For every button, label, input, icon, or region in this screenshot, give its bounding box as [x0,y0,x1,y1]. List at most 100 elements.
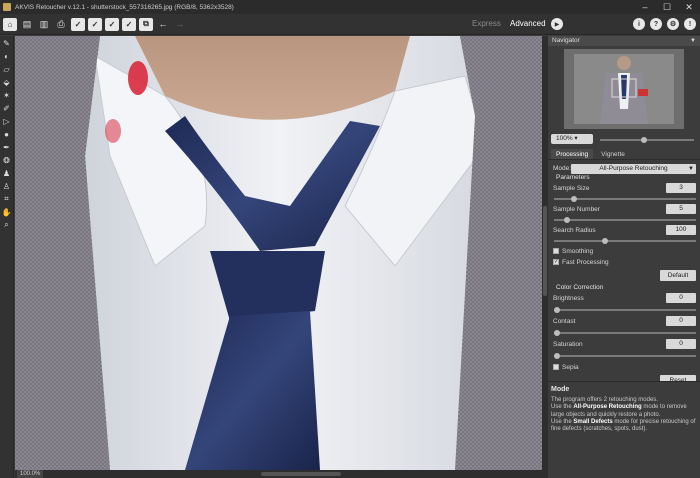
mode-advanced-tab[interactable]: Advanced [510,19,546,28]
save-preset-icon[interactable]: ✓ [71,17,85,31]
sample-number-input[interactable]: 5 [666,204,696,214]
saturation-input[interactable]: 0 [666,339,696,349]
minimize-button[interactable]: – [634,0,656,14]
collapse-icon[interactable]: ▼ [690,36,696,46]
sample-number-slider[interactable] [548,215,700,225]
save-file-icon[interactable]: ▥ [37,18,51,31]
print-icon[interactable]: ⎙ [54,18,68,31]
maximize-button[interactable]: ☐ [656,0,678,14]
contrast-slider[interactable] [548,327,700,339]
chevron-down-icon: ▼ [688,166,694,172]
eraser-icon[interactable]: ▱ [1,63,13,75]
saturation-slider[interactable] [548,350,700,362]
help-line-3: Use the Small Defects mode for precise r… [551,419,697,434]
search-radius-label: Search Radius [553,227,596,234]
notification-icon[interactable]: ! [684,18,696,30]
mode-row: Mode: All-Purpose Retouching ▼ [548,163,700,174]
shape-icon[interactable]: ● [1,128,13,140]
default-button[interactable]: Default [660,270,696,281]
search-radius-slider[interactable] [548,236,700,246]
close-button[interactable]: ✕ [678,0,700,14]
fast-processing-checkbox[interactable]: ✓ [553,259,559,265]
load-preset-icon[interactable]: ✓ [88,17,102,31]
sample-number-row: Sample Number 5 [548,204,700,215]
sample-size-input[interactable]: 3 [666,183,696,193]
tool-column: ✎ ◐ ▱ ⬙ ✶ ✐ ▷ ● ✒ ❂ ♟ ♙ ⌗ ✋ ⌕ [0,36,14,478]
stamp-alt-icon[interactable]: ♙ [1,180,13,192]
zoom-icon[interactable]: ⌕ [1,219,13,231]
mode-value: All-Purpose Retouching [599,165,668,172]
settings-tabs: Processing Vignette [548,149,700,160]
redo-icon[interactable]: → [173,18,187,31]
parameters-header: Parameters [548,174,700,183]
help-title: Mode [551,386,570,393]
home-icon[interactable]: ⌂ [3,17,17,31]
clone-icon[interactable]: ❂ [1,154,13,166]
help-icon[interactable]: ? [650,18,662,30]
mode-express-tab[interactable]: Express [472,19,501,28]
brightness-track[interactable] [554,309,696,311]
pen-icon[interactable]: ✒ [1,141,13,153]
quick-selection-icon[interactable]: ◐ [1,50,13,62]
help-text: The program offers 2 retouching modes. U… [548,397,700,433]
sample-size-knob[interactable] [571,196,577,202]
run-icon[interactable]: ▶ [551,18,563,30]
vertical-scroll-thumb[interactable] [543,206,547,296]
tab-processing[interactable]: Processing [551,149,594,159]
image-canvas[interactable] [15,36,542,470]
sample-number-label: Sample Number [553,206,600,213]
settings-preset-icon[interactable]: ✓ [122,17,136,31]
retouch-brush-icon[interactable]: ✎ [1,37,13,49]
sepia-checkbox[interactable] [553,364,559,370]
smoothing-checkbox[interactable] [553,248,559,254]
bucket-icon[interactable]: ⬙ [1,76,13,88]
title-bar: AKVIS Retoucher v.12.1 - shutterstock_55… [0,0,700,14]
sample-size-label: Sample Size [553,185,590,192]
gear-icon[interactable]: ⚙ [667,18,679,30]
undo-icon[interactable]: ← [156,18,170,31]
sample-size-slider[interactable] [548,194,700,204]
search-radius-input[interactable]: 100 [666,225,696,235]
navigator-preview[interactable] [564,49,684,129]
sample-number-track[interactable] [554,219,696,221]
brightness-input[interactable]: 0 [666,293,696,303]
right-toolbar: i ? ⚙ ! [628,18,696,30]
info-icon[interactable]: i [633,18,645,30]
contrast-input[interactable]: 0 [666,316,696,326]
remove-preset-icon[interactable]: ✓ [105,17,119,31]
batch-icon[interactable]: ⧉ [139,17,153,31]
app-logo-icon [3,3,11,11]
mode-select[interactable]: All-Purpose Retouching ▼ [571,164,696,174]
brightness-knob[interactable] [554,307,560,313]
hand-icon[interactable]: ✋ [1,206,13,218]
tab-vignette[interactable]: Vignette [596,149,630,159]
horizontal-scroll-thumb[interactable] [261,472,341,476]
status-bar: 100.0% [15,470,548,478]
zoom-slider-knob[interactable] [641,137,647,143]
sepia-row: Sepia [548,362,700,373]
help-line-1: The program offers 2 retouching modes. [551,397,658,403]
window-title: AKVIS Retoucher v.12.1 - shutterstock_55… [15,3,234,11]
brightness-label: Brightness [553,295,584,302]
select-brush-icon[interactable]: ✐ [1,102,13,114]
zoom-slider-track[interactable] [600,139,694,141]
magic-wand-icon[interactable]: ✶ [1,89,13,101]
crop-icon[interactable]: ⌗ [1,193,13,205]
search-radius-track[interactable] [554,240,696,242]
contrast-track[interactable] [554,332,696,334]
sample-number-knob[interactable] [564,217,570,223]
brightness-slider[interactable] [548,304,700,316]
open-file-icon[interactable]: ▤ [20,18,34,31]
saturation-knob[interactable] [554,353,560,359]
stamp-icon[interactable]: ♟ [1,167,13,179]
zoom-select[interactable]: 100% ▾ [551,134,593,144]
saturation-track[interactable] [554,355,696,357]
search-radius-knob[interactable] [602,238,608,244]
lasso-icon[interactable]: ▷ [1,115,13,127]
contrast-knob[interactable] [554,330,560,336]
parameters-title: Parameters [556,174,590,181]
help-line-2: Use the All-Purpose Retouching mode to r… [551,404,697,419]
navigator-header[interactable]: Navigator ▼ [548,36,700,46]
help-line-2-a: Use the [551,404,574,411]
sepia-label: Sepia [562,364,579,371]
